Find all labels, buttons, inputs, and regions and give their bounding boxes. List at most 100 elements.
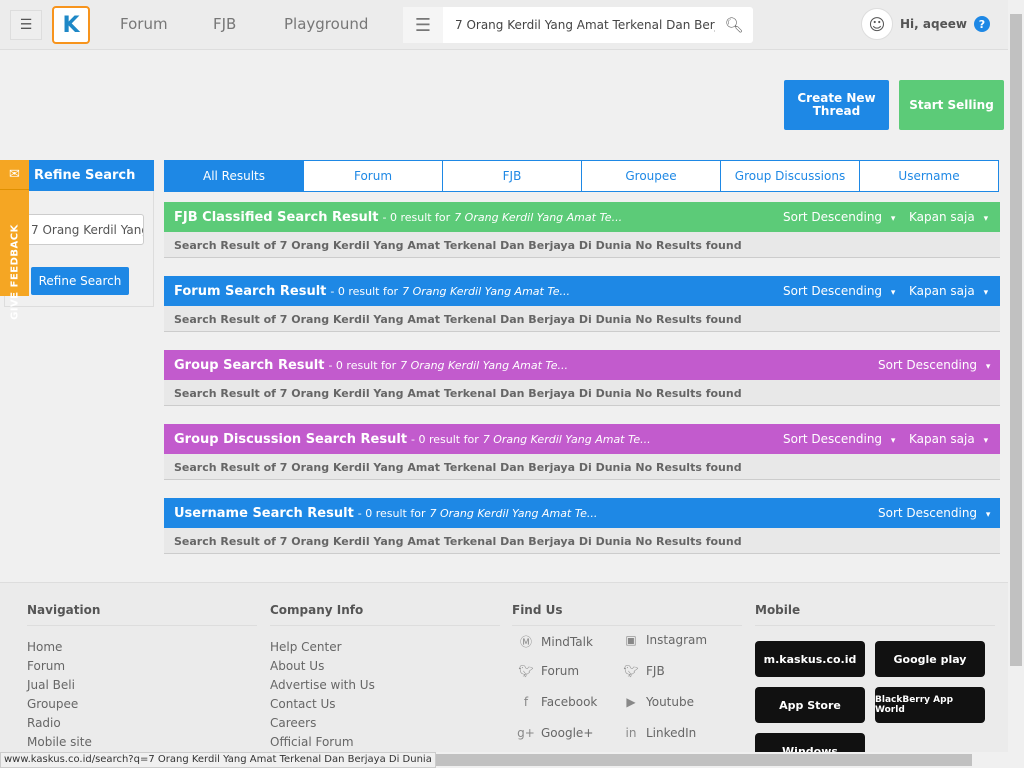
- hamburger-menu-button[interactable]: ☰: [10, 10, 42, 40]
- result-tabs: All Results Forum FJB Groupee Group Disc…: [164, 160, 999, 192]
- help-icon[interactable]: ?: [974, 16, 990, 32]
- youtube-icon: ▶: [626, 695, 636, 709]
- tab-all-results[interactable]: All Results: [165, 161, 303, 191]
- time-filter-dropdown[interactable]: Kapan saja: [909, 210, 988, 224]
- section-title: Username Search Result: [174, 505, 354, 521]
- envelope-icon: ✉: [0, 160, 29, 190]
- kaskus-logo[interactable]: K: [52, 6, 90, 44]
- find-us-label: Forum: [541, 664, 580, 678]
- nav-fjb[interactable]: FJB: [213, 15, 236, 33]
- section-header: Forum Search Result - 0 result for 7 Ora…: [164, 276, 1000, 306]
- no-results-message: Search Result of 7 Orang Kerdil Yang Ama…: [164, 306, 1000, 332]
- refine-search-button[interactable]: Refine Search: [31, 267, 129, 295]
- sort-dropdown[interactable]: Sort Descending: [878, 506, 990, 520]
- facebook-icon: f: [523, 695, 529, 709]
- time-filter-dropdown[interactable]: Kapan saja: [909, 432, 988, 446]
- search-icon[interactable]: 🔍︎: [715, 7, 753, 43]
- find-us-link[interactable]: 🐦︎ FJB: [622, 664, 665, 678]
- find-us-link[interactable]: g+ Google+: [517, 726, 593, 740]
- nav-forum[interactable]: Forum: [120, 15, 168, 33]
- find-us-link[interactable]: in LinkedIn: [622, 726, 697, 740]
- footer-link[interactable]: Radio: [27, 714, 257, 733]
- find-us-label: Facebook: [541, 695, 598, 709]
- footer-link[interactable]: Contact Us: [270, 695, 500, 714]
- footer-link[interactable]: About Us: [270, 657, 500, 676]
- find-us-link[interactable]: 🐦︎ Forum: [517, 664, 579, 678]
- status-bar-url: www.kaskus.co.id/search?q=7 Orang Kerdil…: [0, 752, 436, 768]
- linkedin-icon: in: [625, 726, 637, 740]
- tab-group-discussions[interactable]: Group Discussions: [720, 161, 859, 191]
- user-greeting[interactable]: Hi, aqeew: [900, 17, 967, 31]
- give-feedback-tab[interactable]: ✉ GIVE FEEDBACK: [0, 160, 29, 320]
- start-selling-button[interactable]: Start Selling: [899, 80, 1004, 130]
- twitter-icon: 🐦︎: [518, 664, 534, 678]
- search-input[interactable]: [443, 7, 715, 43]
- find-us-label: Google+: [541, 726, 594, 740]
- refine-search-title: Refine Search: [29, 160, 154, 191]
- footer-link[interactable]: Groupee: [27, 695, 257, 714]
- result-count: - 0 result for: [328, 358, 397, 372]
- mobile-site-badge[interactable]: m.kaskus.co.id: [755, 641, 865, 677]
- time-filter-dropdown[interactable]: Kapan saja: [909, 284, 988, 298]
- google-play-badge[interactable]: Google play: [875, 641, 985, 677]
- feedback-label: GIVE FEEDBACK: [9, 224, 21, 320]
- sort-dropdown[interactable]: Sort Descending: [783, 432, 895, 446]
- query-text: 7 Orang Kerdil Yang Amat Te...: [429, 506, 598, 520]
- find-us-label: FJB: [646, 664, 665, 678]
- find-us-label: Instagram: [646, 633, 708, 647]
- footer-heading: Company Info: [270, 603, 500, 626]
- mindtalk-icon: Ⓜ: [519, 635, 532, 649]
- footer-link[interactable]: Advertise with Us: [270, 676, 500, 695]
- tab-forum[interactable]: Forum: [303, 161, 442, 191]
- result-count: - 0 result for: [382, 210, 451, 224]
- tab-username[interactable]: Username: [859, 161, 998, 191]
- query-text: 7 Orang Kerdil Yang Amat Te...: [454, 210, 623, 224]
- tab-groupee[interactable]: Groupee: [581, 161, 720, 191]
- footer-link[interactable]: Home: [27, 638, 257, 657]
- footer-heading: Navigation: [27, 603, 257, 626]
- search-result-section: Forum Search Result - 0 result for 7 Ora…: [164, 276, 1000, 332]
- search-result-section: FJB Classified Search Result - 0 result …: [164, 202, 1000, 258]
- windows-badge[interactable]: Windows: [755, 733, 865, 752]
- footer-heading: Mobile: [755, 603, 995, 626]
- footer-navigation: Navigation Home Forum Jual Beli Groupee …: [27, 603, 257, 752]
- search-result-section: Username Search Result - 0 result for 7 …: [164, 498, 1000, 554]
- sort-dropdown[interactable]: Sort Descending: [783, 284, 895, 298]
- search-result-section: Group Discussion Search Result - 0 resul…: [164, 424, 1000, 480]
- tab-fjb[interactable]: FJB: [442, 161, 581, 191]
- instagram-icon: ▣: [625, 633, 637, 647]
- footer-link[interactable]: Careers: [270, 714, 500, 733]
- sort-dropdown[interactable]: Sort Descending: [878, 358, 990, 372]
- footer-link[interactable]: Forum: [27, 657, 257, 676]
- avatar[interactable]: ☺: [861, 8, 893, 40]
- blackberry-badge[interactable]: BlackBerry App World: [875, 687, 985, 723]
- create-new-thread-button[interactable]: Create New Thread: [784, 80, 889, 130]
- find-us-link[interactable]: Ⓜ MindTalk: [517, 633, 593, 650]
- footer-link[interactable]: Official Forum: [270, 733, 500, 752]
- footer-link[interactable]: Jual Beli: [27, 676, 257, 695]
- no-results-message: Search Result of 7 Orang Kerdil Yang Ama…: [164, 232, 1000, 258]
- find-us-link[interactable]: ▣ Instagram: [622, 633, 707, 647]
- refine-search-input[interactable]: [25, 214, 144, 245]
- vertical-scrollbar[interactable]: [1008, 0, 1024, 752]
- find-us-link[interactable]: ▶ Youtube: [622, 695, 694, 709]
- app-store-badge[interactable]: App Store: [755, 687, 865, 723]
- search-bar: ☰ 🔍︎: [403, 7, 753, 43]
- find-us-label: Youtube: [646, 695, 694, 709]
- find-us-link[interactable]: f Facebook: [517, 695, 598, 709]
- sort-dropdown[interactable]: Sort Descending: [783, 210, 895, 224]
- section-header: Group Search Result - 0 result for 7 Ora…: [164, 350, 1000, 380]
- footer-link[interactable]: Help Center: [270, 638, 500, 657]
- search-category-icon[interactable]: ☰: [403, 7, 443, 43]
- footer-company: Company Info Help Center About Us Advert…: [270, 603, 500, 752]
- twitter-icon: 🐦︎: [623, 664, 639, 678]
- search-result-section: Group Search Result - 0 result for 7 Ora…: [164, 350, 1000, 406]
- section-title: Group Discussion Search Result: [174, 431, 408, 447]
- footer: Navigation Home Forum Jual Beli Groupee …: [0, 582, 1008, 752]
- footer-heading: Find Us: [512, 603, 742, 626]
- find-us-label: MindTalk: [541, 634, 593, 649]
- result-count: - 0 result for: [411, 432, 479, 446]
- section-title: FJB Classified Search Result: [174, 209, 379, 225]
- nav-playground[interactable]: Playground: [284, 15, 368, 33]
- footer-link[interactable]: Mobile site: [27, 733, 257, 752]
